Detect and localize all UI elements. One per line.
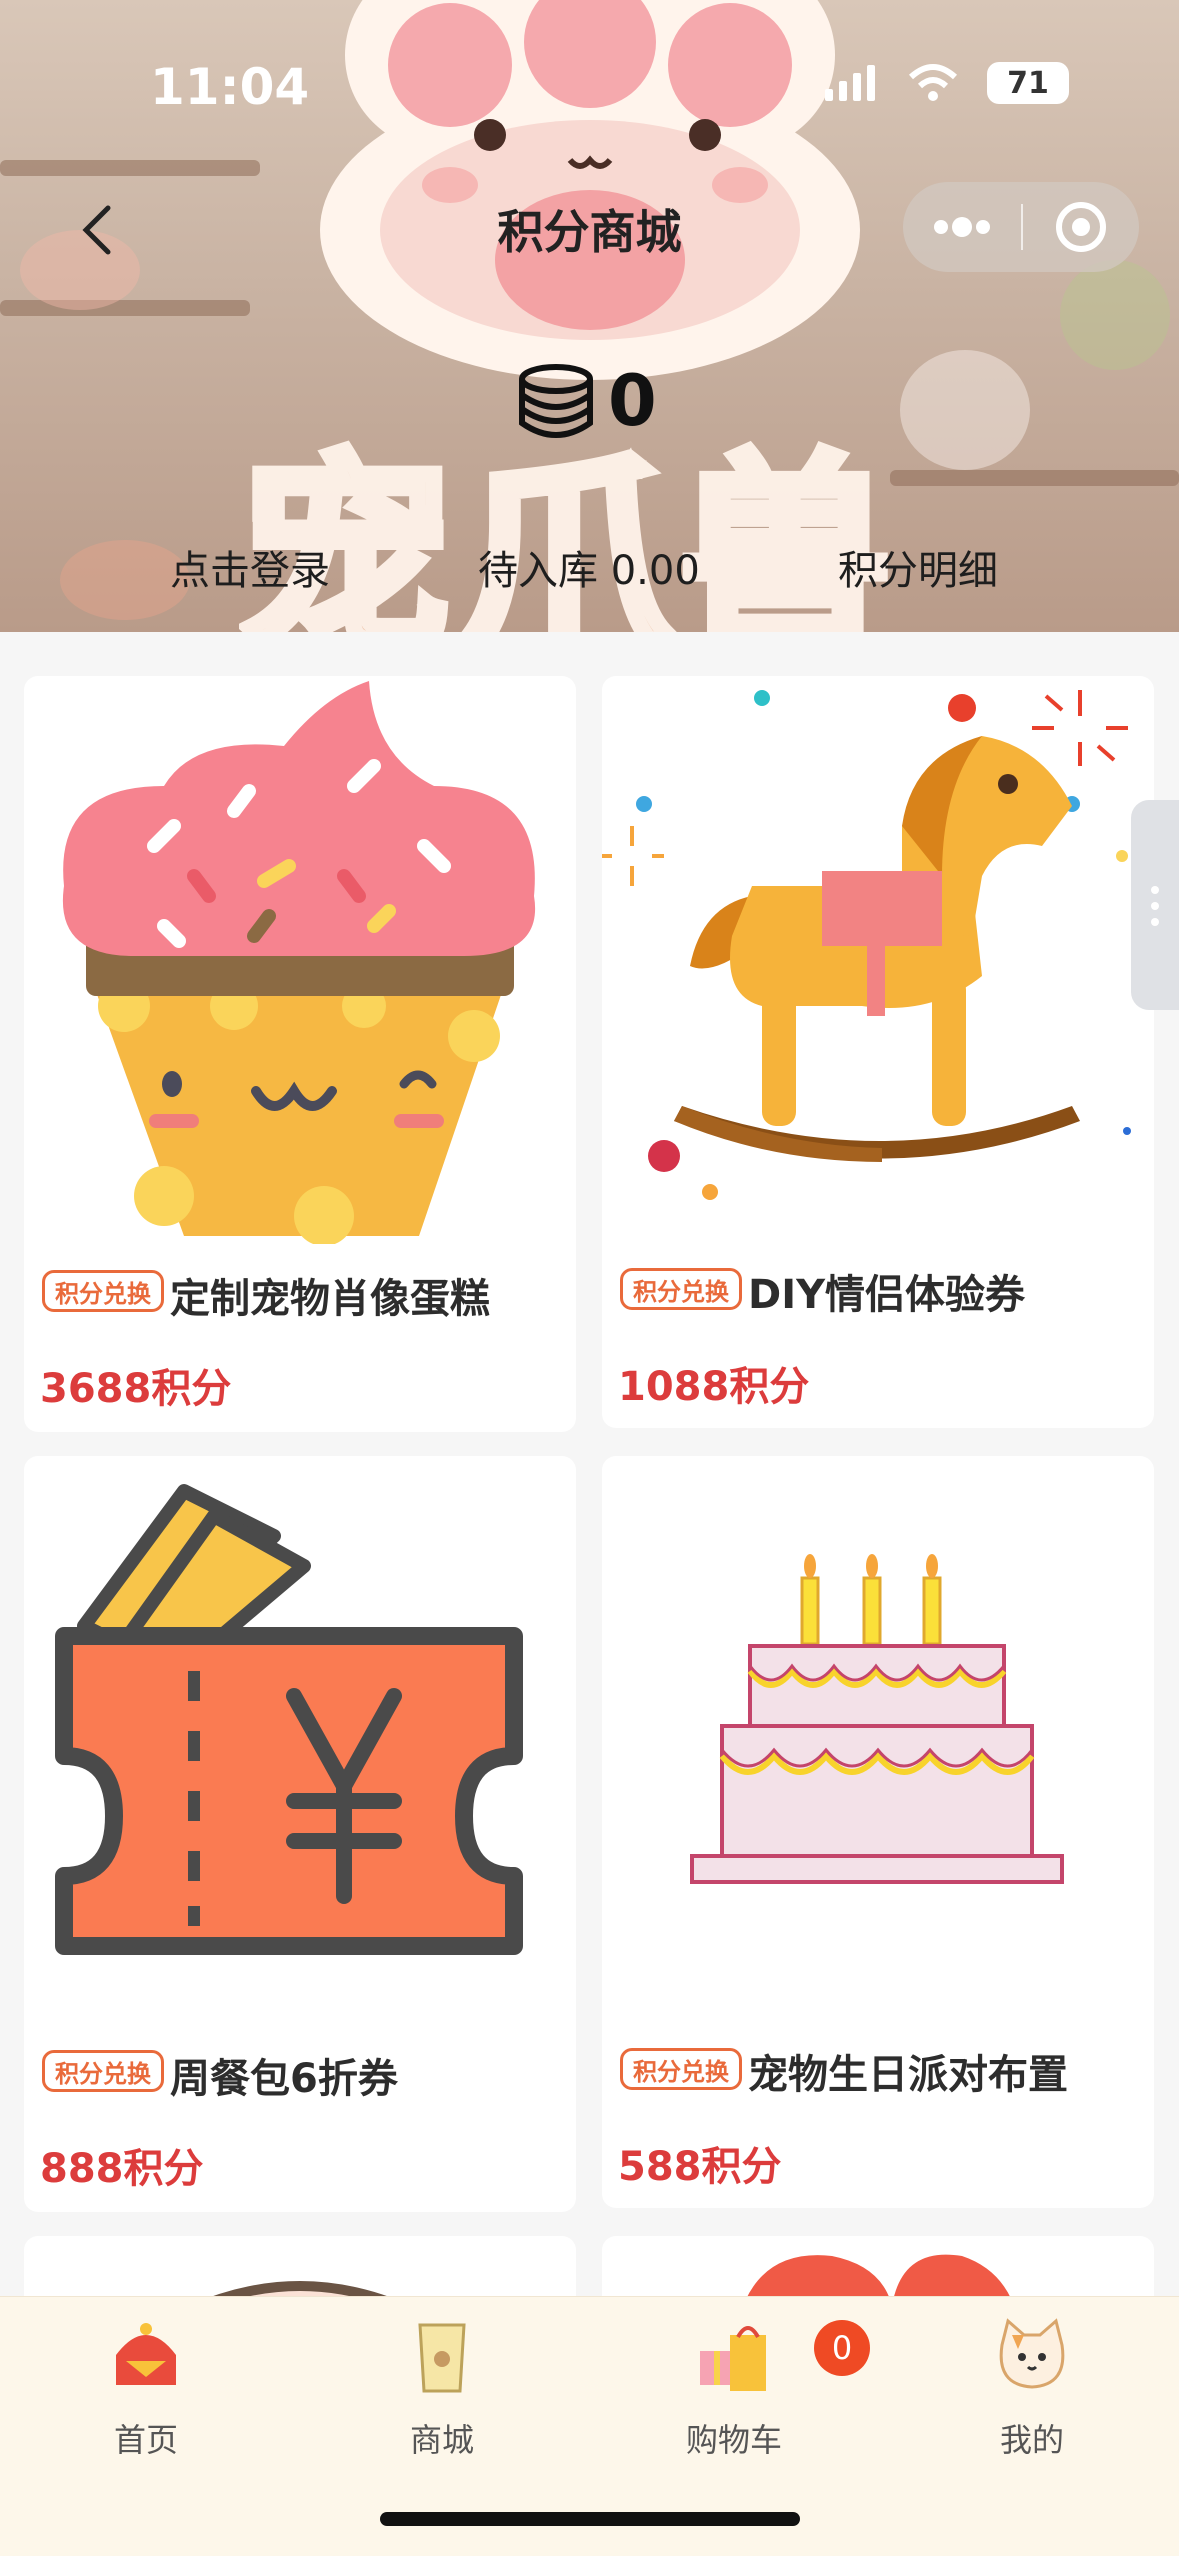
product-price: 3688积分 [40,1366,232,1412]
home-icon [116,2323,176,2385]
rocking-horse-image-icon [602,690,1131,1200]
product-card[interactable]: 积分兑换 宠物生日派对布置 588积分 [602,1456,1154,2208]
tab-cart[interactable]: 购物车 [634,2315,834,2465]
points-detail-link[interactable]: 积分明细 [838,538,998,596]
tab-profile-label: 我的 [999,2421,1064,2459]
tab-profile[interactable]: 我的 [932,2315,1132,2465]
status-time: 11:04 [150,58,310,116]
status-icons: 71 [823,62,1069,104]
page: 宠爪兽 11:04 71 积分商城 0 点击登录 待入库 0.00 积分明细 积… [0,0,1179,2556]
shop-icon [418,2323,466,2393]
coupon-image-icon [55,1484,523,1955]
points-exchange-tag: 积分兑换 [620,1268,742,1310]
shelf-decor [0,160,260,176]
signal-icon [825,65,875,101]
battery-icon: 71 [987,62,1069,104]
birthday-cake-image-icon [690,1554,1064,1884]
pending-points: 待入库 0.00 [478,548,700,594]
header-banner: 宠爪兽 11:04 71 积分商城 0 点击登录 待入库 0.00 积分明细 [0,0,1179,632]
cart-count-badge: 0 [814,2320,870,2376]
home-indicator[interactable] [380,2512,800,2526]
tab-shop[interactable]: 商城 [342,2315,542,2465]
tab-shop-label: 商城 [409,2421,474,2459]
product-card[interactable]: 积分兑换 DIY情侣体验券 1088积分 [602,676,1154,1428]
product-name: DIY情侣体验券 [748,1272,1026,1318]
product-card[interactable]: 积分兑换 周餐包6折券 888积分 [24,1456,576,2212]
cart-icon [700,2326,766,2391]
tab-cart-label: 购物车 [685,2421,782,2459]
cupcake-image-icon [62,681,536,1244]
more-icon[interactable] [903,182,1021,272]
product-name: 宠物生日派对布置 [748,2052,1068,2098]
login-link[interactable]: 点击登录 [170,538,330,596]
mini-program-capsule [903,182,1139,272]
product-name: 周餐包6折券 [170,2056,398,2102]
product-price: 588积分 [618,2144,782,2190]
tab-home[interactable]: 首页 [46,2315,246,2465]
plant-decor [1060,260,1170,370]
points-balance: 0 [518,360,657,442]
points-exchange-tag: 积分兑换 [620,2048,742,2090]
product-price: 888积分 [40,2146,204,2192]
wifi-icon [908,64,958,101]
bunny-decor [900,350,1030,470]
profile-icon [999,2318,1065,2389]
points-exchange-tag: 积分兑换 [42,2050,164,2092]
product-card[interactable]: 积分兑换 定制宠物肖像蛋糕 3688积分 [24,676,576,1432]
points-exchange-tag: 积分兑换 [42,1270,164,1312]
coin-stack-icon [519,364,593,438]
tab-home-label: 首页 [113,2421,178,2459]
close-miniprogram-icon[interactable] [1023,182,1139,272]
points-value: 0 [608,360,657,442]
product-price: 1088积分 [618,1364,810,1410]
shelf-decor [0,300,250,316]
shelf-decor [890,470,1179,486]
side-drawer-handle[interactable] [1131,800,1179,1010]
product-name: 定制宠物肖像蛋糕 [170,1276,490,1322]
